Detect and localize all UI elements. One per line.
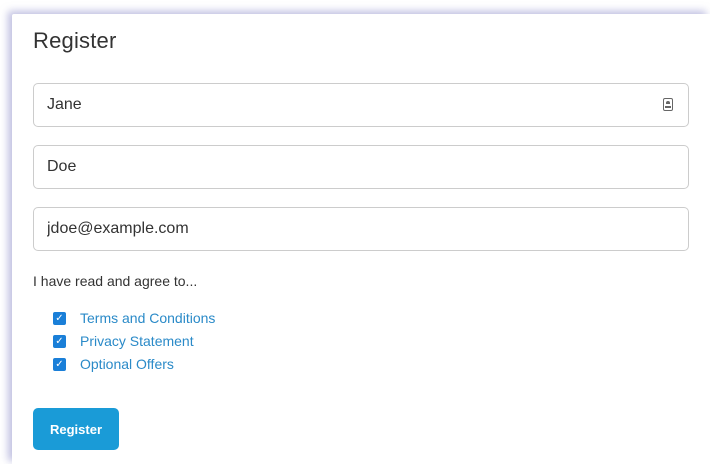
- register-button[interactable]: Register: [33, 408, 119, 450]
- last-name-input[interactable]: [34, 146, 634, 188]
- terms-checkbox[interactable]: ✓: [53, 311, 66, 325]
- page-title: Register: [33, 28, 117, 53]
- email-field[interactable]: [33, 207, 689, 251]
- first-name-field[interactable]: [33, 83, 689, 127]
- checkbox-row-offers[interactable]: ✓ Optional Offers: [53, 354, 174, 374]
- offers-link[interactable]: Optional Offers: [80, 356, 174, 372]
- register-panel: Register I have read and agree to... ✓ T…: [12, 14, 710, 464]
- checkbox-row-privacy[interactable]: ✓ Privacy Statement: [53, 331, 194, 351]
- privacy-link[interactable]: Privacy Statement: [80, 333, 194, 349]
- privacy-checkbox[interactable]: ✓: [53, 334, 66, 348]
- first-name-input[interactable]: [34, 84, 634, 126]
- agree-label: I have read and agree to...: [33, 273, 198, 289]
- offers-checkbox[interactable]: ✓: [53, 357, 66, 371]
- terms-link[interactable]: Terms and Conditions: [80, 310, 215, 326]
- last-name-field[interactable]: [33, 145, 689, 189]
- contact-card-icon[interactable]: [663, 98, 673, 111]
- email-input[interactable]: [34, 208, 634, 250]
- checkbox-row-terms[interactable]: ✓ Terms and Conditions: [53, 308, 215, 328]
